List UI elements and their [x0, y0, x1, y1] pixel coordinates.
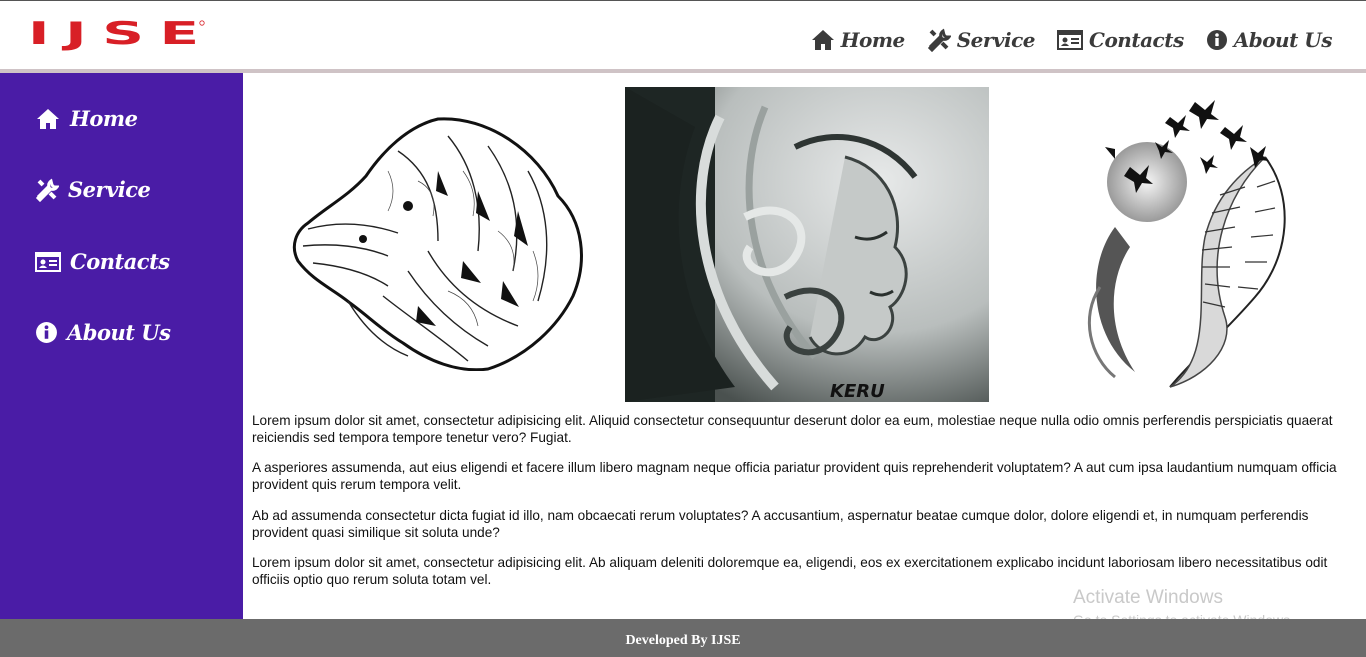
ijse-logo[interactable]: IJSE [28, 19, 206, 55]
sidebar-item-label: About Us [67, 320, 171, 345]
info-icon [36, 322, 57, 343]
top-header: IJSE Home Service Contacts About Us [0, 0, 1366, 73]
lion-mandala-image [292, 117, 583, 371]
footer: Developed By IJSE [0, 619, 1366, 657]
main-content: KERU Lorem ipsum dolor sit amet, consect… [243, 73, 1366, 619]
top-nav-home-label: Home [840, 28, 906, 52]
top-nav-service[interactable]: Service [927, 28, 1036, 52]
tools-icon [35, 178, 59, 202]
watermark-title: Activate Windows [1073, 587, 1223, 608]
contact-card-icon [1057, 30, 1084, 50]
top-nav-home[interactable]: Home [811, 28, 905, 52]
sidebar-item-label: Contacts [70, 249, 170, 274]
feather-birds-image [1087, 100, 1286, 388]
top-nav-contacts-label: Contacts [1089, 28, 1184, 52]
home-icon [37, 108, 59, 129]
content-paragraph-4: Lorem ipsum dolor sit amet, consectetur … [252, 555, 1328, 587]
content-paragraph-1: Lorem ipsum dolor sit amet, consectetur … [252, 413, 1333, 445]
top-nav-service-label: Service [956, 28, 1036, 52]
sidebar-item-about[interactable]: About Us [35, 320, 171, 345]
content-paragraph-2: A asperiores assumenda, aut eius eligend… [252, 460, 1337, 492]
top-nav-about-label: About Us [1233, 28, 1333, 52]
top-nav-about[interactable]: About Us [1206, 28, 1333, 52]
sidebar-item-service[interactable]: Service [35, 177, 151, 202]
ornamental-face-image: KERU [625, 87, 989, 402]
top-nav: Home Service Contacts About Us [789, 23, 1333, 57]
top-nav-contacts[interactable]: Contacts [1057, 28, 1184, 52]
contact-card-icon [35, 251, 61, 272]
sidebar-item-home[interactable]: Home [35, 106, 138, 131]
home-icon [811, 30, 834, 50]
sidebar-item-label: Service [68, 177, 151, 202]
footer-credit: Developed By IJSE [625, 633, 741, 648]
sidebar-item-label: Home [70, 106, 138, 131]
sidebar-item-contacts[interactable]: Contacts [35, 249, 170, 274]
page: IJSE Home Service Contacts About Us Home… [0, 0, 1366, 657]
svg-text:KERU: KERU [830, 381, 885, 402]
tools-icon [927, 28, 951, 52]
content-paragraph-3: Ab ad assumenda consectetur dicta fugiat… [252, 508, 1309, 540]
info-icon [1206, 30, 1227, 50]
sidebar: Home Service Contacts About Us [0, 73, 243, 619]
svg-text:IJSE: IJSE [28, 19, 199, 51]
